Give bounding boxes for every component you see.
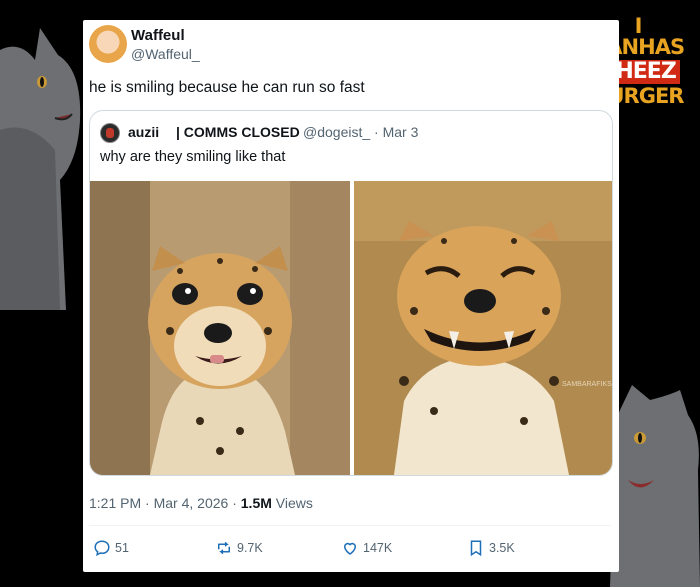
repost-icon (218, 542, 230, 554)
meta-separator: · (232, 495, 241, 511)
like-button[interactable]: 147K (341, 539, 392, 557)
author-handle[interactable]: @Waffeul_ (131, 46, 200, 62)
views-count: 1.5M (240, 495, 272, 511)
background-cat-left (0, 28, 81, 310)
quote-author-handle[interactable]: @dogeist_ · Mar 3 (303, 124, 418, 140)
quoted-tweet[interactable]: auzii | COMMS CLOSED @dogeist_ · Mar 3 w… (89, 110, 613, 476)
cheetah-photo-left[interactable] (90, 181, 350, 475)
tweet-date[interactable]: Mar 4, 2026 (154, 495, 229, 511)
reply-icon (94, 540, 110, 557)
like-count: 147K (363, 541, 393, 555)
bookmark-button[interactable]: 3.5K (467, 539, 515, 557)
quote-author-status: | COMMS CLOSED (176, 124, 300, 140)
quote-author-avatar[interactable] (100, 123, 120, 143)
views-label: Views (275, 495, 313, 511)
background-cat-right (610, 385, 700, 587)
photo-watermark: SAMBARAFIKS (562, 381, 612, 388)
divider (89, 525, 611, 526)
tweet-text: he is smiling because he can run so fast (89, 79, 365, 96)
reply-button[interactable]: 51 (93, 539, 129, 557)
meta-separator: · (145, 495, 154, 511)
author-avatar[interactable] (89, 25, 127, 63)
repost-button[interactable]: 9.7K (215, 539, 263, 557)
quote-author-name[interactable]: auzii (128, 124, 159, 140)
bookmark-icon (470, 540, 482, 557)
repost-count: 9.7K (237, 541, 263, 555)
quote-text: why are they smiling like that (100, 149, 286, 165)
reply-count: 51 (115, 541, 129, 555)
like-icon (343, 542, 357, 555)
cheetah-photo-right[interactable] (354, 181, 612, 475)
author-name[interactable]: Waffeul (131, 27, 185, 44)
tweet-time[interactable]: 1:21 PM (89, 495, 141, 511)
tweet-card: Waffeul @Waffeul_ he is smiling because … (83, 20, 619, 572)
tweet-metadata: 1:21 PM · Mar 4, 2026 · 1.5M Views (89, 495, 313, 511)
bookmark-count: 3.5K (489, 541, 515, 555)
